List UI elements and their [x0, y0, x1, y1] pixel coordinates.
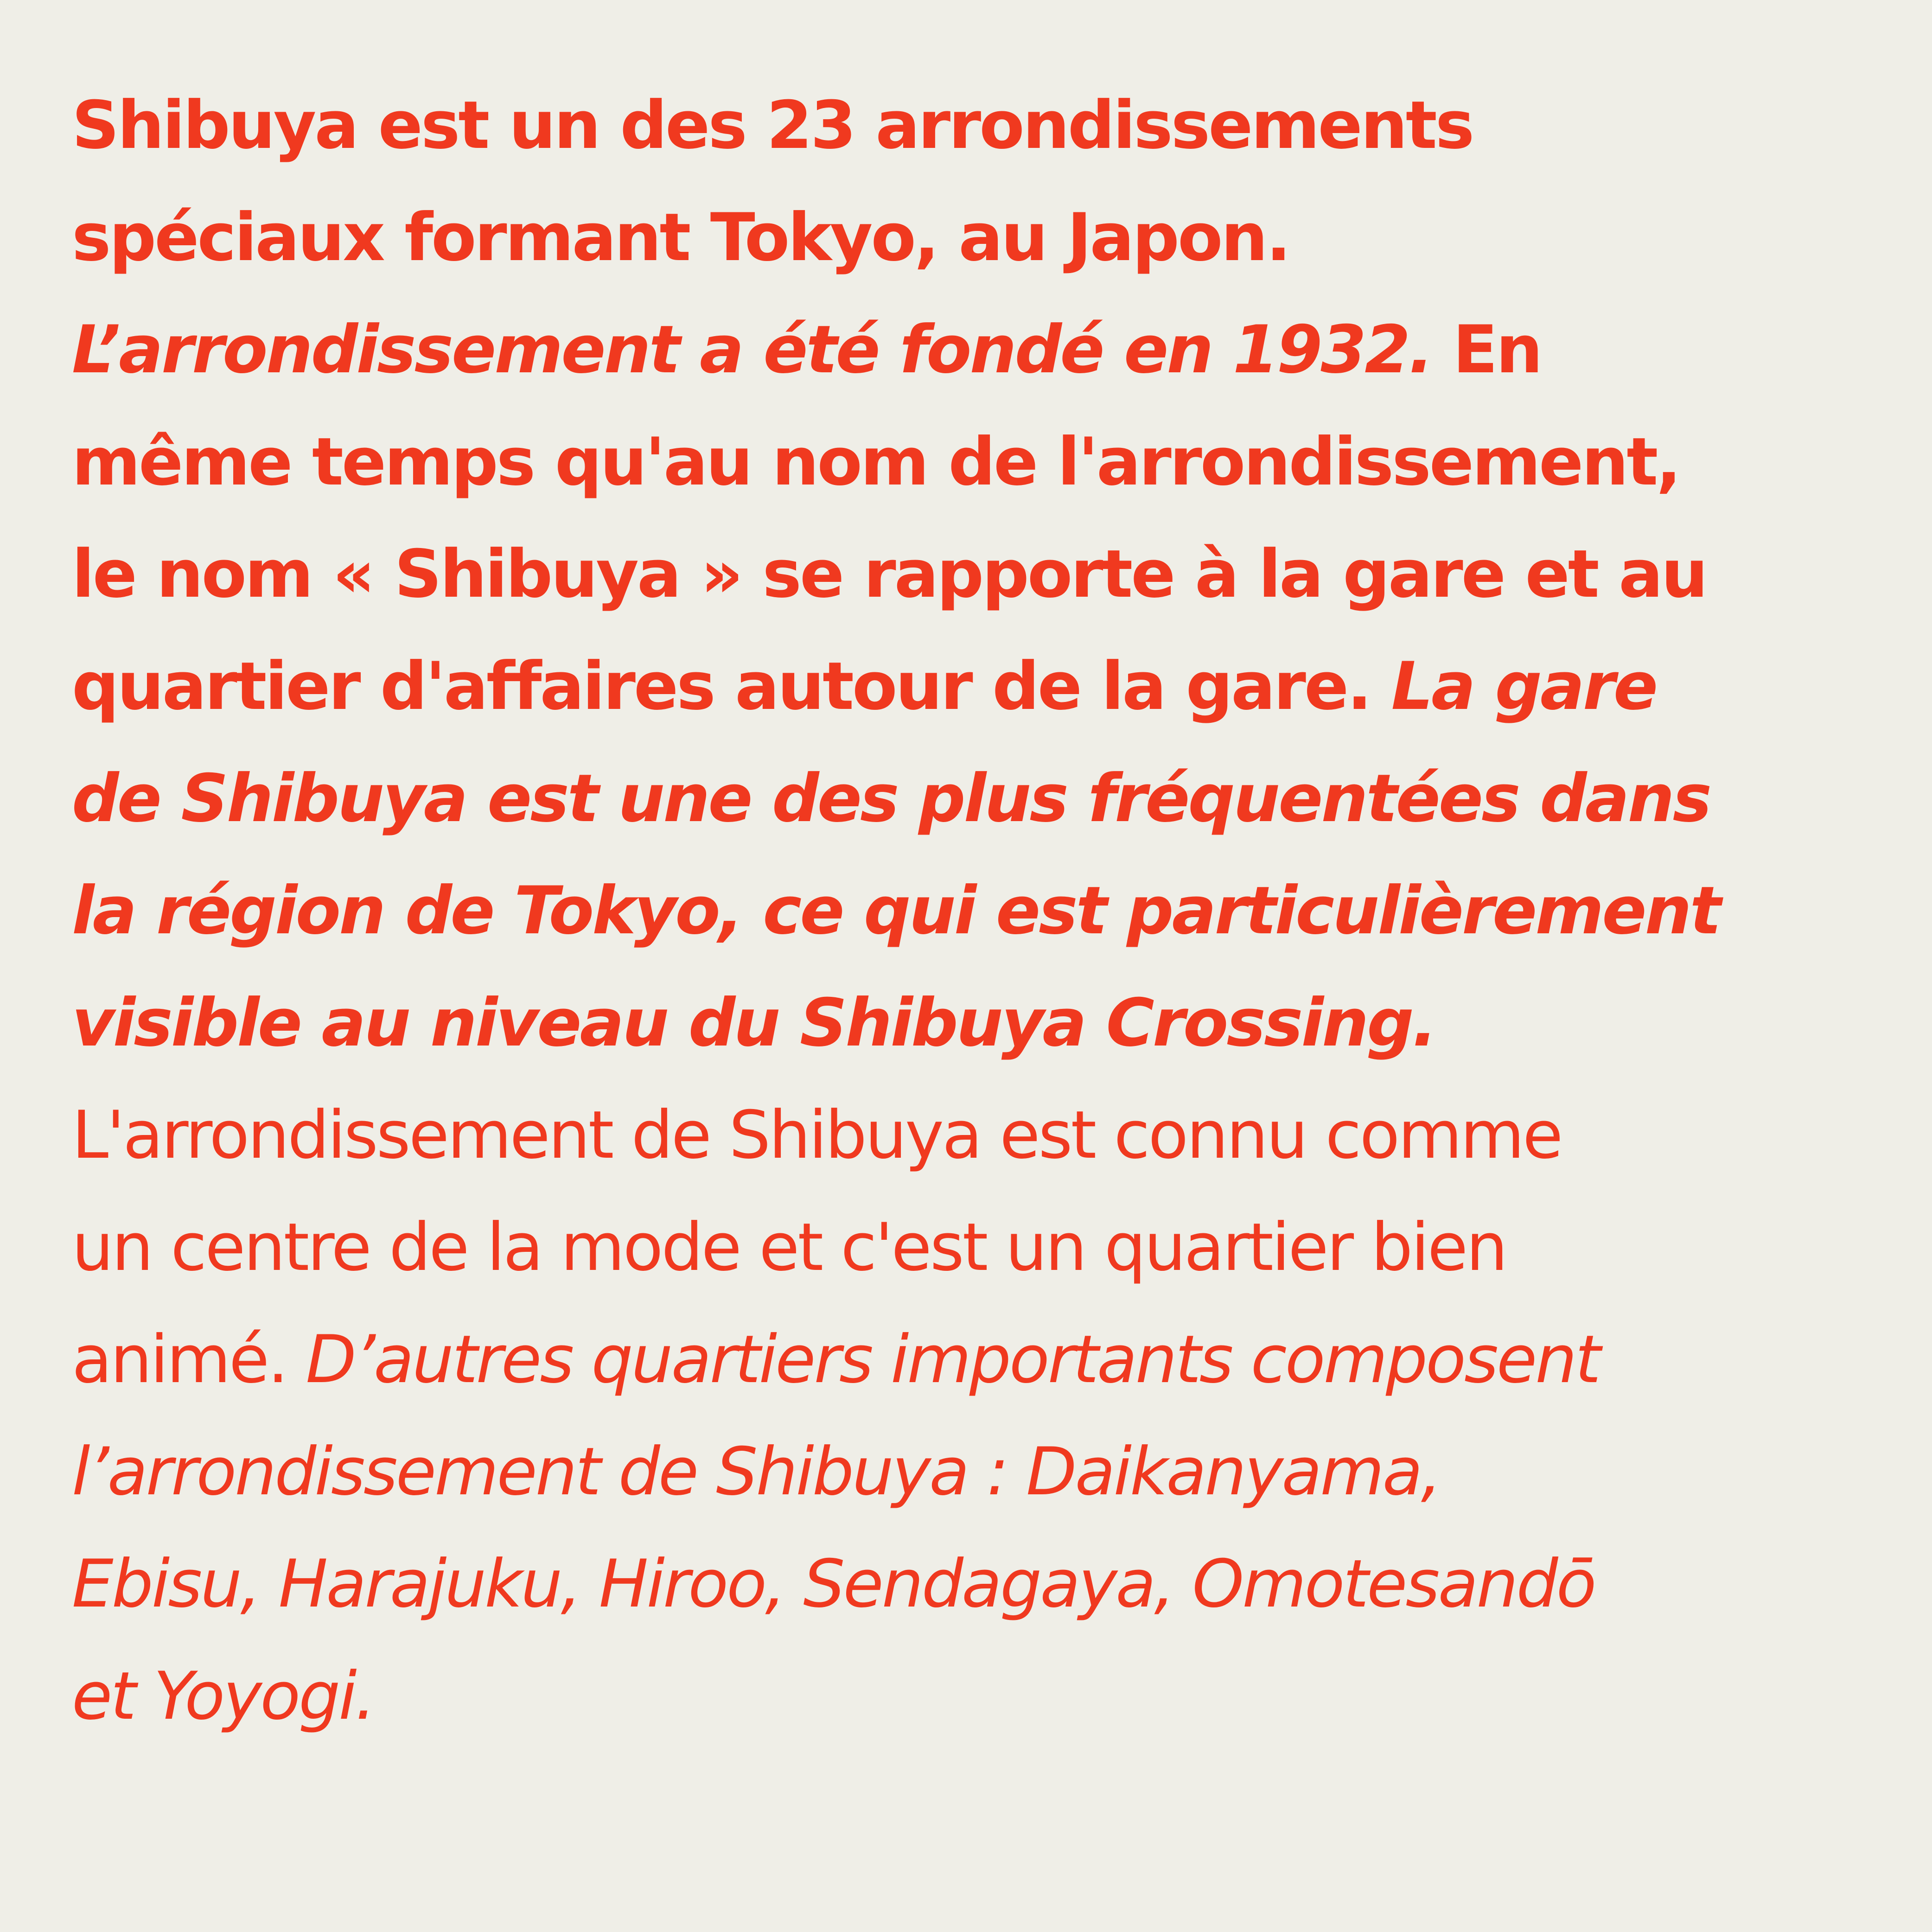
text-line: la région de Tokyo, ce qui est particuli… [72, 855, 1880, 967]
bold-italic-text: La gare [1391, 648, 1658, 725]
italic-text: D’autres quartiers importants composent [306, 1321, 1601, 1398]
bold-italic-text: de Shibuya est une des plus fréquentées … [72, 760, 1712, 837]
text-line: de Shibuya est une des plus fréquentées … [72, 743, 1880, 855]
bold-text: Shibuya est un des 23 arrondissements [72, 87, 1474, 164]
text-line: visible au niveau du Shibuya Crossing. [72, 967, 1880, 1079]
bold-italic-text: visible au niveau du Shibuya Crossing. [72, 985, 1437, 1061]
text-line: animé. D’autres quartiers importants com… [72, 1304, 1880, 1416]
bold-text: En [1453, 312, 1543, 388]
text-line: Shibuya est un des 23 arrondissements [72, 70, 1880, 182]
text-line: L’arrondissement a été fondé en 1932. En [72, 294, 1880, 406]
text-line: quartier d'affaires autour de la gare. L… [72, 631, 1880, 743]
italic-text: l’arrondissement de Shibuya : Daikanyama… [72, 1434, 1442, 1510]
text-line: L'arrondissement de Shibuya est connu co… [72, 1079, 1880, 1192]
regular-text: animé. [72, 1321, 306, 1398]
italic-text: et Yoyogi. [72, 1658, 376, 1734]
bold-text: même temps qu'au nom de l'arrondissement… [72, 424, 1681, 500]
text-line: même temps qu'au nom de l'arrondissement… [72, 406, 1880, 518]
type-specimen-text: Shibuya est un des 23 arrondissements sp… [72, 70, 1880, 1753]
text-line: et Yoyogi. [72, 1640, 1880, 1753]
text-line: spéciaux formant Tokyo, au Japon. [72, 182, 1880, 294]
bold-text: spéciaux formant Tokyo, au Japon. [72, 199, 1291, 276]
italic-text: Ebisu, Harajuku, Hiroo, Sendagaya, Omote… [72, 1546, 1597, 1622]
bold-text: le nom « Shibuya » se rapporte à la gare… [72, 536, 1708, 612]
bold-italic-text: la région de Tokyo, ce qui est particuli… [72, 873, 1722, 949]
text-line: un centre de la mode et c'est un quartie… [72, 1192, 1880, 1304]
text-line: le nom « Shibuya » se rapporte à la gare… [72, 518, 1880, 631]
regular-text: un centre de la mode et c'est un quartie… [72, 1209, 1508, 1286]
bold-text: quartier d'affaires autour de la gare. [72, 648, 1391, 725]
regular-text: L'arrondissement de Shibuya est connu co… [72, 1097, 1563, 1173]
text-line: Ebisu, Harajuku, Hiroo, Sendagaya, Omote… [72, 1528, 1880, 1640]
text-line: l’arrondissement de Shibuya : Daikanyama… [72, 1416, 1880, 1528]
bold-italic-text: L’arrondissement a été fondé en 1932. [72, 312, 1453, 388]
